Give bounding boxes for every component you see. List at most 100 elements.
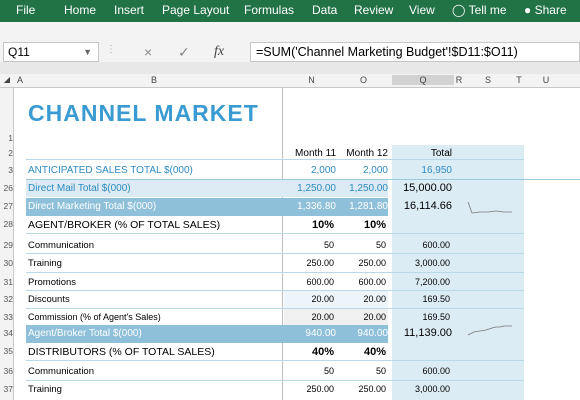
tell-me-box[interactable]: ◯ Tell me bbox=[452, 3, 507, 17]
row-header[interactable]: 30 bbox=[0, 258, 13, 268]
col-header-q[interactable]: Q bbox=[392, 75, 454, 85]
label-direct-marketing-total[interactable]: Direct Marketing Total $(000) bbox=[28, 201, 156, 212]
tab-review[interactable]: Review bbox=[354, 3, 393, 17]
label-agent-broker-total[interactable]: Agent/Broker Total $(000) bbox=[28, 328, 142, 339]
total-cell[interactable]: 15,000.00 bbox=[392, 182, 452, 194]
value-cell[interactable]: 1,250.00 bbox=[284, 183, 336, 194]
row-header[interactable]: 31 bbox=[0, 277, 13, 287]
enter-icon[interactable]: ✓ bbox=[178, 44, 190, 61]
label-anticipated-sales[interactable]: ANTICIPATED SALES TOTAL $(000) bbox=[28, 165, 193, 176]
value-cell[interactable]: 940.00 bbox=[338, 328, 388, 339]
share-button[interactable]: ● Share bbox=[524, 3, 567, 17]
formula-input[interactable]: =SUM('Channel Marketing Budget'!$D11:$O1… bbox=[250, 42, 580, 62]
total-cell[interactable]: 3,000.00 bbox=[392, 384, 450, 394]
value-cell[interactable]: 10% bbox=[338, 219, 386, 231]
label-agent-broker-section[interactable]: AGENT/BROKER (% OF TOTAL SALES) bbox=[28, 219, 220, 231]
value-cell[interactable]: 250.00 bbox=[338, 258, 386, 268]
tab-page-layout[interactable]: Page Layout bbox=[162, 3, 229, 17]
row-divider bbox=[26, 360, 524, 361]
col-header-a[interactable]: A bbox=[14, 75, 26, 85]
value-cell[interactable]: 20.00 bbox=[284, 312, 334, 322]
fx-icon[interactable]: fx bbox=[214, 44, 224, 60]
value-cell[interactable]: 1,281.80 bbox=[338, 201, 388, 212]
label-commission[interactable]: Commission (% of Agent's Sales) bbox=[28, 312, 161, 322]
cancel-icon[interactable]: × bbox=[144, 44, 152, 60]
value-cell[interactable]: 50 bbox=[338, 366, 386, 376]
value-cell[interactable]: 1,336.80 bbox=[284, 201, 336, 212]
row-header[interactable]: 1 bbox=[0, 133, 13, 143]
value-cell[interactable]: 1,250.00 bbox=[338, 183, 388, 194]
value-cell[interactable]: 2,000 bbox=[338, 165, 388, 176]
tab-data[interactable]: Data bbox=[312, 3, 337, 17]
total-cell[interactable]: 169.50 bbox=[392, 294, 450, 304]
label-promotions[interactable]: Promotions bbox=[28, 277, 76, 288]
label-communication[interactable]: Communication bbox=[28, 366, 94, 377]
label-training[interactable]: Training bbox=[28, 258, 62, 269]
total-cell[interactable]: 600.00 bbox=[392, 240, 450, 250]
value-cell[interactable]: 20.00 bbox=[284, 294, 334, 304]
value-cell[interactable]: 10% bbox=[284, 219, 334, 231]
header-total[interactable]: Total bbox=[392, 148, 452, 159]
col-header-b[interactable]: B bbox=[26, 75, 282, 85]
value-cell[interactable]: 940.00 bbox=[284, 328, 336, 339]
label-discounts[interactable]: Discounts bbox=[28, 294, 70, 305]
tab-home[interactable]: Home bbox=[64, 3, 96, 17]
total-cell[interactable]: 3,000.00 bbox=[392, 258, 450, 268]
row-header[interactable]: 35 bbox=[0, 346, 13, 356]
total-cell[interactable]: 7,200.00 bbox=[392, 277, 450, 287]
value-cell[interactable]: 600.00 bbox=[284, 277, 334, 287]
col-header-u[interactable]: U bbox=[526, 75, 566, 85]
total-cell[interactable]: 16,950 bbox=[392, 165, 452, 176]
row-header[interactable]: 2 bbox=[0, 148, 13, 158]
worksheet-grid[interactable]: CHANNEL MARKET Month 11 Month 12 Total A… bbox=[14, 88, 580, 400]
value-cell[interactable]: 20.00 bbox=[338, 294, 386, 304]
col-header-s[interactable]: S bbox=[464, 75, 512, 85]
row-header[interactable]: 27 bbox=[0, 201, 13, 211]
value-cell[interactable]: 250.00 bbox=[284, 384, 334, 394]
tab-file[interactable]: File bbox=[16, 3, 35, 17]
tab-formulas[interactable]: Formulas bbox=[244, 3, 294, 17]
value-cell[interactable]: 250.00 bbox=[338, 384, 386, 394]
value-cell[interactable]: 20.00 bbox=[338, 312, 386, 322]
value-cell[interactable]: 40% bbox=[284, 346, 334, 358]
value-cell[interactable]: 40% bbox=[338, 346, 386, 358]
row-header[interactable]: 37 bbox=[0, 384, 13, 394]
col-header-t[interactable]: T bbox=[512, 75, 526, 85]
row-header[interactable]: 34 bbox=[0, 328, 13, 338]
header-month-11[interactable]: Month 11 bbox=[284, 148, 336, 159]
value-cell[interactable]: 600.00 bbox=[338, 277, 386, 287]
label-direct-mail-total[interactable]: Direct Mail Total $(000) bbox=[28, 183, 131, 194]
value-cell[interactable]: 50 bbox=[338, 240, 386, 250]
select-all-corner[interactable]: ◢ bbox=[0, 75, 14, 84]
label-communication[interactable]: Communication bbox=[28, 240, 94, 251]
total-cell[interactable]: 169.50 bbox=[392, 312, 450, 322]
row-header[interactable]: 29 bbox=[0, 240, 13, 250]
row-header[interactable]: 36 bbox=[0, 366, 13, 376]
tab-insert[interactable]: Insert bbox=[114, 3, 144, 17]
value-cell[interactable]: 250.00 bbox=[284, 258, 334, 268]
row-header[interactable]: 3 bbox=[0, 165, 13, 175]
name-box[interactable]: Q11 ▼ bbox=[3, 42, 99, 62]
value-cell[interactable]: 50 bbox=[284, 366, 334, 376]
value-cell[interactable]: 50 bbox=[284, 240, 334, 250]
row-divider bbox=[26, 253, 524, 254]
row-divider bbox=[26, 272, 524, 273]
row-header[interactable]: 28 bbox=[0, 219, 13, 229]
total-cell[interactable]: 600.00 bbox=[392, 366, 450, 376]
col-header-o[interactable]: O bbox=[338, 75, 389, 85]
header-month-12[interactable]: Month 12 bbox=[338, 148, 388, 159]
col-header-n[interactable]: N bbox=[285, 75, 338, 85]
row-header[interactable]: 26 bbox=[0, 183, 13, 193]
row-header[interactable]: 32 bbox=[0, 294, 13, 304]
tab-view[interactable]: View bbox=[409, 3, 435, 17]
chevron-down-icon[interactable]: ▼ bbox=[83, 43, 92, 61]
label-distributors-section[interactable]: DISTRIBUTORS (% OF TOTAL SALES) bbox=[28, 346, 215, 358]
col-header-r[interactable]: R bbox=[454, 75, 464, 85]
total-cell[interactable]: 16,114.66 bbox=[392, 200, 452, 212]
label-training[interactable]: Training bbox=[28, 384, 62, 395]
value-cell[interactable]: 2,000 bbox=[284, 165, 336, 176]
total-cell[interactable]: 11,139.00 bbox=[392, 327, 452, 339]
ribbon-bar: File Home Insert Page Layout Formulas Da… bbox=[0, 0, 580, 22]
row-header[interactable]: 33 bbox=[0, 312, 13, 322]
sheet-title: CHANNEL MARKET bbox=[28, 100, 259, 126]
